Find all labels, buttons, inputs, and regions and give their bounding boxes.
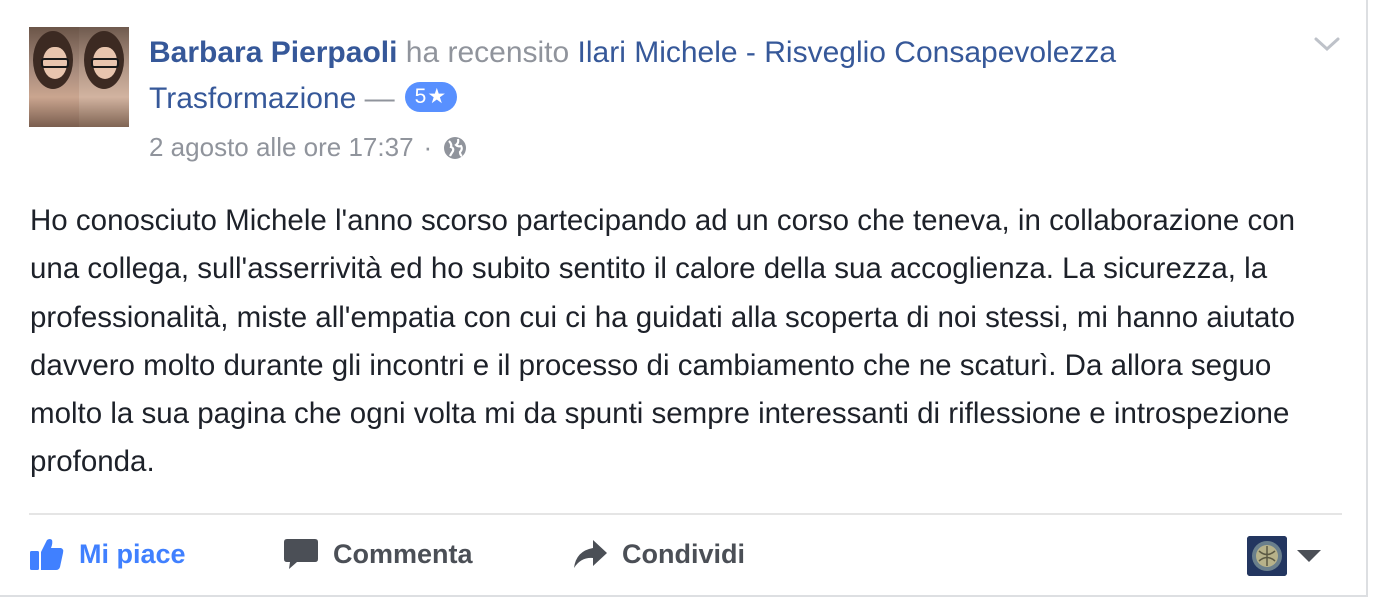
audience-dropdown-caret-icon[interactable] — [1296, 548, 1322, 564]
dash: — — [356, 82, 395, 115]
author-avatar[interactable] — [29, 27, 129, 127]
comment-button[interactable]: Commenta — [283, 532, 473, 576]
actions-divider — [29, 513, 1342, 515]
share-arrow-icon — [574, 540, 607, 568]
comment-bubble-icon — [284, 539, 318, 569]
like-label: Mi piace — [79, 538, 186, 569]
timestamp-link[interactable]: 2 agosto alle ore 17:37 — [149, 129, 414, 165]
share-button[interactable]: Condividi — [572, 532, 745, 576]
post-options-chevron-icon[interactable] — [1313, 34, 1341, 56]
thumbs-up-icon — [30, 539, 64, 570]
viewer-avatar[interactable] — [1247, 536, 1287, 576]
meta-separator: · — [423, 132, 433, 162]
author-name-link[interactable]: Barbara Pierpaoli — [149, 36, 397, 69]
post-header: Barbara Pierpaoli ha recensito Ilari Mic… — [149, 30, 1299, 122]
comment-label: Commenta — [333, 538, 473, 569]
like-button[interactable]: Mi piace — [29, 532, 186, 576]
globe-icon — [442, 134, 468, 160]
share-label: Condividi — [622, 538, 745, 569]
review-post-card: Barbara Pierpaoli ha recensito Ilari Mic… — [0, 0, 1368, 597]
post-meta: 2 agosto alle ore 17:37 · — [149, 129, 468, 165]
post-body-text: Ho conosciuto Michele l'anno scorso part… — [30, 204, 1296, 479]
action-text: ha recensito — [397, 36, 578, 69]
rating-badge: 5★ — [404, 82, 458, 113]
